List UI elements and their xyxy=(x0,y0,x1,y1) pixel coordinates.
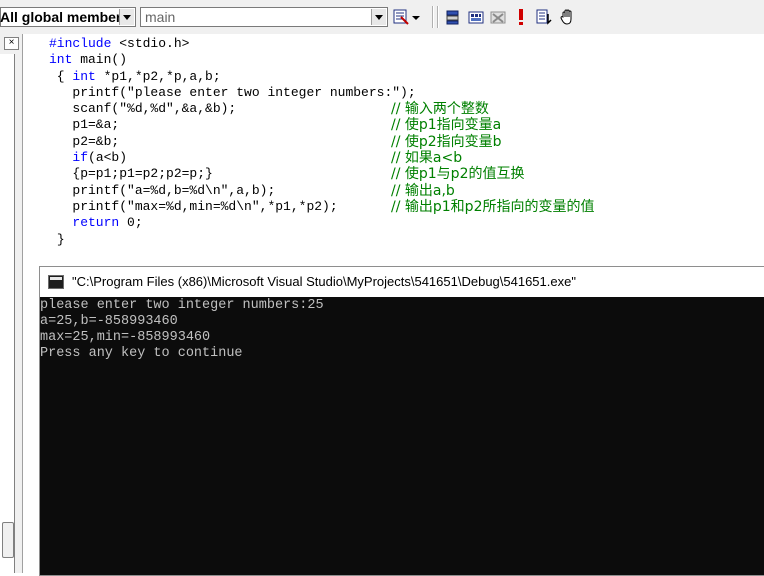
keyword: int xyxy=(72,68,96,84)
code-comment: // 使p1与p2的值互换 xyxy=(391,166,525,183)
code-comment: // 输出a,b xyxy=(391,182,455,199)
code-line: {p=p1;p1=p2;p2=p;}// 使p1与p2的值互换 xyxy=(72,166,525,183)
insert-breakpoint-icon[interactable] xyxy=(559,8,577,26)
code-line: p1=&a;// 使p1指向变量a xyxy=(72,117,502,134)
compile-icon[interactable] xyxy=(444,8,462,26)
console-titlebar[interactable]: "C:\Program Files (x86)\Microsoft Visual… xyxy=(40,267,764,297)
code-line: { int *p1,*p2,*p,a,b; xyxy=(49,68,221,84)
chevron-down-icon[interactable] xyxy=(371,9,386,25)
code-editor[interactable]: #include <stdio.h> int main() { int *p1,*… xyxy=(23,34,764,270)
code-line: printf("max=%d,min=%d\n",*p1,*p2);// 输出p… xyxy=(72,198,595,215)
close-icon[interactable]: × xyxy=(4,37,19,50)
code-line: #include <stdio.h> xyxy=(49,36,190,51)
code-line: p2=&b;// 使p2指向变量b xyxy=(72,133,502,150)
keyword: if xyxy=(72,150,89,166)
code-comment: // 如果a<b xyxy=(391,150,463,167)
console-line: a=25,b=-858993460 xyxy=(40,314,178,329)
code-comment: // 使p1指向变量a xyxy=(391,117,502,134)
scrollbar-thumb[interactable] xyxy=(2,522,14,558)
console-title: "C:\Program Files (x86)\Microsoft Visual… xyxy=(72,274,576,289)
code-comment: // 输出p1和p2所指向的变量的值 xyxy=(391,198,595,215)
wizard-toolbar: All global members main xyxy=(0,0,764,35)
execute-icon[interactable] xyxy=(512,8,530,26)
code-line: if(a<b)// 如果a<b xyxy=(72,150,463,167)
workspace-pane: × xyxy=(0,34,23,573)
build-icon[interactable] xyxy=(467,8,485,26)
code-line: printf("a=%d,b=%d\n",a,b);// 输出a,b xyxy=(72,182,455,199)
scope-value: All global members xyxy=(0,9,130,25)
code-comment: // 使p2指向变量b xyxy=(391,133,502,150)
keyword: int xyxy=(49,52,73,68)
member-combobox[interactable]: main xyxy=(140,7,388,27)
chevron-down-icon[interactable] xyxy=(410,8,422,26)
code-line: return 0; xyxy=(72,215,143,231)
member-value: main xyxy=(145,9,176,25)
keyword: #include xyxy=(49,36,112,51)
source-code[interactable]: #include <stdio.h> int main() { int *p1,*… xyxy=(49,36,595,248)
code-line: printf("please enter two integer numbers… xyxy=(72,84,416,100)
stop-build-icon[interactable] xyxy=(489,8,507,26)
code-line: int main() xyxy=(49,52,128,68)
console-app-icon xyxy=(48,275,64,289)
chevron-down-icon[interactable] xyxy=(119,9,134,25)
console-line: Press any key to continue xyxy=(40,346,243,361)
workspace-tree[interactable] xyxy=(0,54,15,573)
go-icon[interactable] xyxy=(535,8,553,26)
console-window[interactable]: "C:\Program Files (x86)\Microsoft Visual… xyxy=(39,266,764,576)
console-line: please enter two integer numbers:25 xyxy=(40,298,324,313)
code-line: } xyxy=(56,231,65,247)
code-comment: // 输入两个整数 xyxy=(391,101,489,118)
console-output: please enter two integer numbers:25 a=25,… xyxy=(40,298,324,362)
code-line: scanf("%d,%d",&a,&b);// 输入两个整数 xyxy=(72,101,489,118)
keyword: return xyxy=(72,215,120,231)
scope-combobox[interactable]: All global members xyxy=(0,7,136,27)
console-line: max=25,min=-858993460 xyxy=(40,330,211,345)
wizard-bar-actions-icon[interactable] xyxy=(392,8,410,26)
